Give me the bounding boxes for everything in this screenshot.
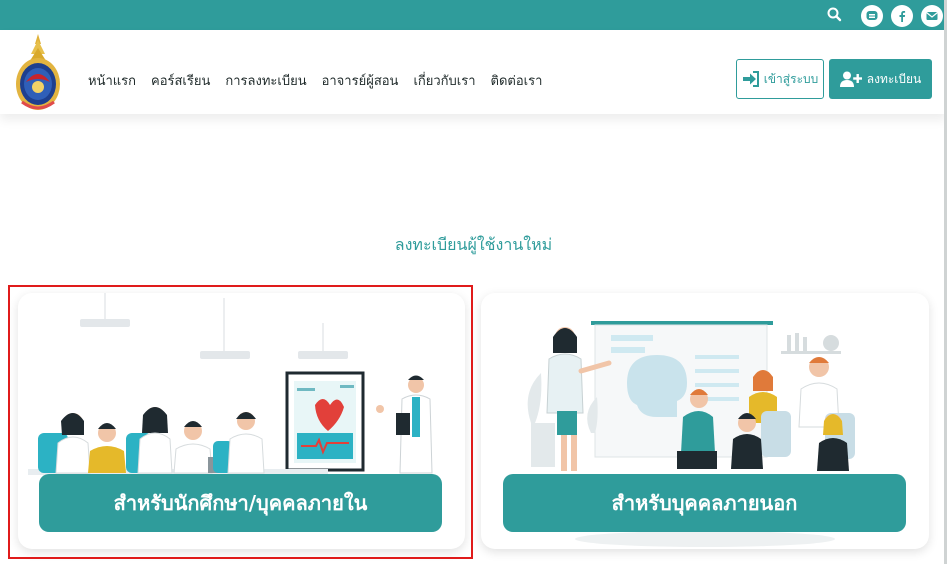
nav-item-contact[interactable]: ติดต่อเรา [491, 70, 543, 91]
page-title: ลงทะเบียนผู้ใช้งานใหม่ [394, 235, 553, 254]
nav-item-registration[interactable]: การลงทะเบียน [225, 70, 306, 91]
search-icon[interactable] [826, 6, 844, 24]
nav-item-home[interactable]: หน้าแรก [88, 70, 136, 91]
register-button[interactable]: ลงทะเบียน [829, 59, 932, 99]
email-icon[interactable] [921, 5, 943, 27]
external-user-card[interactable]: สำหรับบุคคลภายนอก [481, 293, 929, 549]
main-nav: หน้าแรก คอร์สเรียน การลงทะเบียน อาจารย์ผ… [88, 70, 557, 91]
nav-item-instructors[interactable]: อาจารย์ผู้สอน [322, 70, 399, 91]
line-icon[interactable] [861, 5, 883, 27]
user-plus-icon [839, 71, 862, 87]
top-bar [0, 0, 947, 30]
nav-item-courses[interactable]: คอร์สเรียน [151, 70, 210, 91]
internal-user-button[interactable]: สำหรับนักศึกษา/บุคคลภายใน [39, 474, 442, 532]
external-user-button[interactable]: สำหรับบุคคลภายนอก [503, 474, 906, 532]
internal-user-card[interactable]: สำหรับนักศึกษา/บุคคลภายใน [18, 293, 465, 549]
register-label: ลงทะเบียน [866, 71, 922, 86]
login-button[interactable]: เข้าสู่ระบบ [736, 59, 824, 99]
facebook-icon[interactable] [891, 5, 913, 27]
login-label: เข้าสู่ระบบ [763, 71, 819, 86]
nav-item-about[interactable]: เกี่ยวกับเรา [413, 70, 475, 91]
sign-in-icon [742, 71, 759, 87]
university-logo[interactable] [14, 32, 62, 112]
site-header: หน้าแรก คอร์สเรียน การลงทะเบียน อาจารย์ผ… [0, 30, 947, 114]
